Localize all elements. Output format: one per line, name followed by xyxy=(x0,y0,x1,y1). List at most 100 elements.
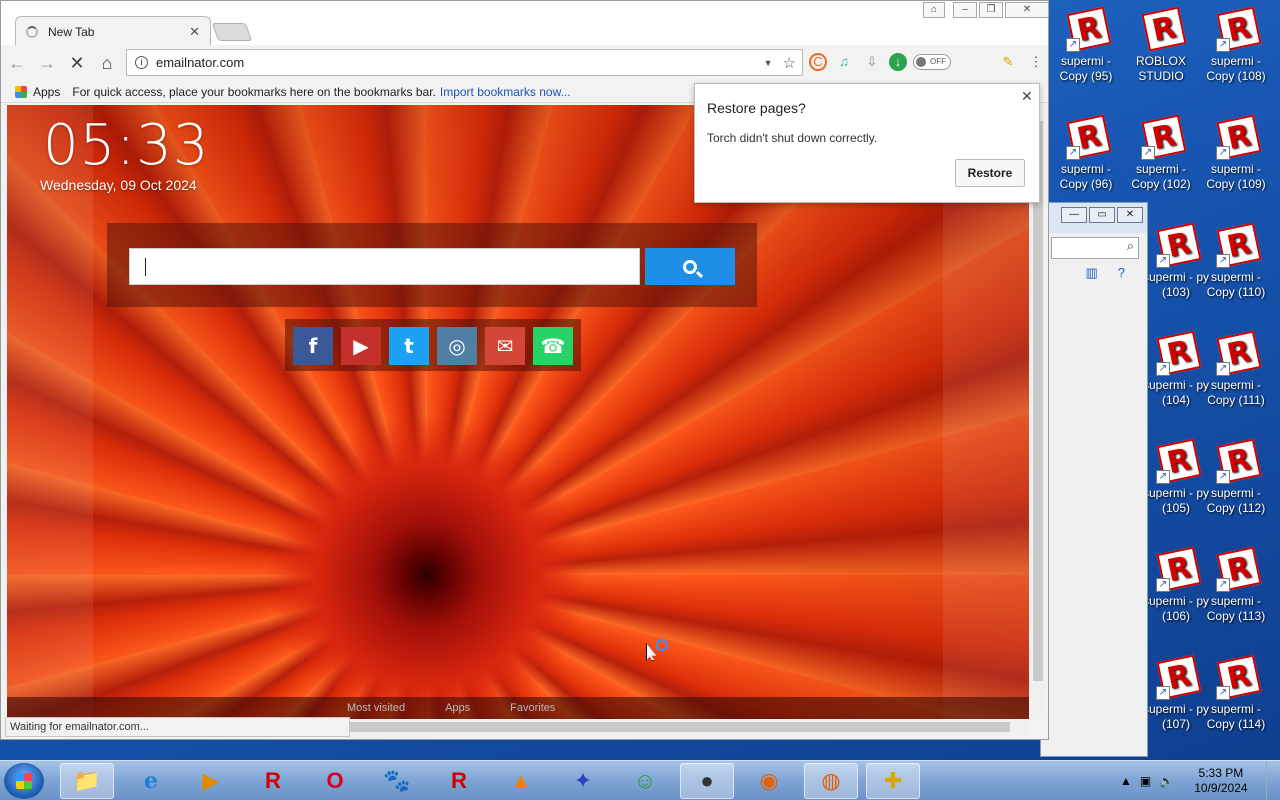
search-input[interactable] xyxy=(129,248,640,285)
explorer-titlebar: — ▭ ✕ xyxy=(1041,203,1147,233)
dialog-title: Restore pages? xyxy=(707,100,806,116)
desktop-icon-supermi-108[interactable]: R ↗ supermi - Copy (108) xyxy=(1200,6,1272,84)
twitter-icon[interactable]: t xyxy=(389,327,429,365)
desktop-icon-supermi-110[interactable]: R ↗ supermi - Copy (110) xyxy=(1200,222,1272,300)
headphones-icon[interactable]: ♫ xyxy=(833,51,855,73)
desktop-icon-supermi-96[interactable]: R ↗ supermi - Copy (96) xyxy=(1050,114,1122,192)
tab-new-tab[interactable]: New Tab ✕ xyxy=(15,16,211,46)
preview-pane-icon[interactable]: ▥ xyxy=(1085,265,1097,287)
desktop-icon-supermi-95[interactable]: R ↗ supermi - Copy (95) xyxy=(1050,6,1122,84)
whatsapp-icon[interactable]: ☎ xyxy=(533,327,573,365)
roblox-icon[interactable]: R xyxy=(246,763,300,799)
close-icon[interactable]: ✕ xyxy=(1021,88,1033,105)
window-controls: ⌂ – ❐ ✕ xyxy=(923,2,1049,18)
system-tray: ▲ ▣ 🔈 5:33 PM 10/9/2024 xyxy=(1120,761,1280,800)
back-button[interactable]: ← xyxy=(3,53,31,74)
media-player-icon[interactable]: ▶ xyxy=(184,763,238,799)
explorer-toolbar: ▥ ? xyxy=(1041,259,1147,287)
explorer-window[interactable]: — ▭ ✕ ⌕ ▥ ? xyxy=(1040,202,1148,757)
restore-pages-dialog: Restore pages? ✕ Torch didn't shut down … xyxy=(694,83,1040,203)
close-button[interactable]: ✕ xyxy=(1117,207,1143,223)
tray-date: 10/9/2024 xyxy=(1194,781,1248,795)
desktop-icon-roblox-studio[interactable]: R ROBLOX STUDIO xyxy=(1125,6,1197,84)
download-icon[interactable]: ⇩ xyxy=(861,51,883,73)
desktop-icon-supermi-111[interactable]: R ↗ supermi - Copy (111) xyxy=(1200,330,1272,408)
bird-app-icon[interactable]: ✦ xyxy=(556,763,610,799)
address-bar-url[interactable]: emailnator.com xyxy=(156,55,244,70)
youtube-icon[interactable]: ▶ xyxy=(341,327,381,365)
firefox-icon[interactable]: ◉ xyxy=(742,763,796,799)
close-window-button[interactable]: ✕ xyxy=(1005,2,1049,18)
bookmark-star-icon[interactable]: ☆ xyxy=(783,54,796,72)
tray-time: 5:33 PM xyxy=(1198,766,1244,780)
show-hidden-icons-icon[interactable]: ▲ xyxy=(1120,774,1132,788)
desktop-icon-supermi-112[interactable]: R ↗ supermi - Copy (112) xyxy=(1200,438,1272,516)
network-icon[interactable]: ▣ xyxy=(1140,774,1151,788)
maximize-button[interactable]: ▭ xyxy=(1089,207,1115,223)
maximize-button[interactable]: ❐ xyxy=(979,2,1003,18)
torch-icon[interactable]: ◍ xyxy=(804,763,858,799)
extensions-area: C ♫ ⇩ ↓ OFF ✎ ⋮ xyxy=(809,51,1047,73)
roblox-icon: R ↗ xyxy=(1141,114,1187,160)
home-button[interactable]: ⌂ xyxy=(93,53,121,74)
chevron-down-icon[interactable]: ▼ xyxy=(764,58,773,68)
new-tab-bottom-bar: Most visited Apps Favorites xyxy=(7,697,1029,719)
site-info-icon[interactable]: i xyxy=(135,56,148,69)
broom-icon[interactable]: ✎ xyxy=(997,51,1019,73)
help-icon[interactable]: ? xyxy=(1118,265,1125,287)
gmail-icon[interactable]: ✉ xyxy=(485,327,525,365)
profile-icon[interactable]: ⌂ xyxy=(923,2,945,18)
stop-loading-button[interactable]: ✕ xyxy=(63,53,91,74)
most-visited-link[interactable]: Most visited xyxy=(347,702,405,714)
roblox-icon: R ↗ xyxy=(1066,6,1112,52)
social-links: f ▶ t ◎ ✉ ☎ xyxy=(285,319,581,371)
extension-toggle[interactable]: OFF xyxy=(913,54,951,70)
new-tab-button[interactable] xyxy=(211,23,253,41)
search-icon xyxy=(683,259,697,274)
desktop-icon-supermi-109[interactable]: R ↗ supermi - Copy (109) xyxy=(1200,114,1272,192)
opera-icon[interactable]: O xyxy=(308,763,362,799)
search-button[interactable] xyxy=(645,248,735,285)
scrollbar-thumb[interactable] xyxy=(1033,121,1043,681)
angry-bird-icon[interactable]: ● xyxy=(680,763,734,799)
menu-icon[interactable]: ⋮ xyxy=(1025,51,1047,73)
roblox-icon: R ↗ xyxy=(1216,114,1262,160)
roblox-studio-icon[interactable]: R xyxy=(432,763,486,799)
forward-button[interactable]: → xyxy=(33,53,61,74)
favorites-link[interactable]: Favorites xyxy=(510,702,555,714)
explorer-icon[interactable]: 📁 xyxy=(60,763,114,799)
explorer-search-icon[interactable]: ⌕ xyxy=(1051,237,1139,259)
instagram-icon[interactable]: ◎ xyxy=(437,327,477,365)
scrollbar-thumb[interactable] xyxy=(350,722,1010,732)
import-bookmarks-link[interactable]: Import bookmarks now... xyxy=(440,85,571,99)
desktop-icon-supermi-102[interactable]: R ↗ supermi - Copy (102) xyxy=(1125,114,1197,192)
roblox-icon: R ↗ xyxy=(1216,654,1262,700)
volume-icon[interactable]: 🔈 xyxy=(1159,774,1174,788)
windows-logo-icon xyxy=(16,773,32,789)
apps-grid-icon[interactable] xyxy=(15,85,27,98)
gimp-icon[interactable]: 🐾 xyxy=(370,763,424,799)
torrent-download-icon[interactable]: ↓ xyxy=(889,53,907,71)
desktop-icon-supermi-114[interactable]: R ↗ supermi - Copy (114) xyxy=(1200,654,1272,732)
desktop-icon-supermi-113[interactable]: R ↗ supermi - Copy (113) xyxy=(1200,546,1272,624)
restore-button[interactable]: Restore xyxy=(955,159,1025,187)
puzzle-app-icon[interactable]: ✚ xyxy=(866,763,920,799)
tray-clock[interactable]: 5:33 PM 10/9/2024 xyxy=(1194,766,1247,796)
internet-explorer-icon[interactable]: e xyxy=(124,763,178,799)
roblox-icon: R ↗ xyxy=(1066,114,1112,160)
roblox-icon: R ↗ xyxy=(1156,222,1202,268)
vlc-icon[interactable]: ▲ xyxy=(494,763,548,799)
apps-link[interactable]: Apps xyxy=(445,702,470,714)
horizontal-scrollbar[interactable] xyxy=(350,719,1028,735)
minimize-button[interactable]: — xyxy=(1061,207,1087,223)
minimize-button[interactable]: – xyxy=(953,2,977,18)
show-desktop-button[interactable] xyxy=(1266,761,1280,800)
start-button[interactable] xyxy=(4,763,44,799)
messenger-icon[interactable]: ☺ xyxy=(618,763,672,799)
roblox-studio-icon: R xyxy=(1141,6,1187,52)
address-bar[interactable]: i emailnator.com ▼ ☆ xyxy=(126,49,803,76)
tab-close-icon[interactable]: ✕ xyxy=(189,24,200,40)
torch-extension-icon[interactable]: C xyxy=(809,53,827,71)
bookmarks-apps[interactable]: Apps xyxy=(33,85,60,99)
facebook-icon[interactable]: f xyxy=(293,327,333,365)
